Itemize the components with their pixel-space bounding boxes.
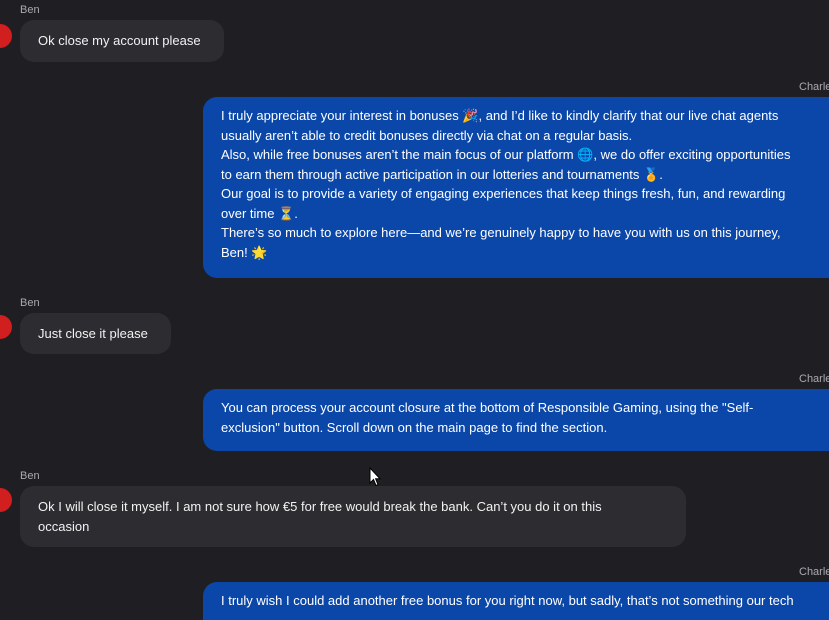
chat-transcript: Ben Ok close my account please Charle I … — [0, 0, 829, 620]
message-line: I truly wish I could add another free bo… — [221, 593, 794, 608]
avatar — [0, 315, 12, 339]
sender-name: Charle — [799, 566, 829, 578]
message-line: Ok I will close it myself. I am not sure… — [38, 499, 602, 514]
message-line: There’s so much to explore here—and we’r… — [221, 225, 781, 240]
sender-name: Charle — [799, 81, 829, 93]
agent-message-bubble: I truly appreciate your interest in bonu… — [203, 97, 829, 278]
message-line: usually aren’t able to credit bonuses di… — [221, 127, 633, 143]
agent-message-bubble: You can process your account closure at … — [203, 389, 829, 451]
message-line: occasion — [38, 518, 90, 534]
message-line: Just close it please — [38, 326, 148, 341]
avatar — [0, 488, 12, 512]
user-message-bubble: Ok close my account please — [20, 20, 224, 62]
message-line: Also, while free bonuses aren’t the main… — [221, 147, 791, 162]
sender-name: Charle — [799, 373, 829, 385]
agent-message-bubble: I truly wish I could add another free bo… — [203, 582, 829, 620]
sender-name: Ben — [20, 4, 40, 16]
mouse-pointer-icon — [369, 467, 381, 487]
user-message-bubble: Just close it please — [20, 313, 171, 354]
message-line: to earn them through active participatio… — [221, 166, 663, 182]
user-message-bubble: Ok I will close it myself. I am not sure… — [20, 486, 686, 547]
message-line: Ok close my account please — [38, 33, 201, 48]
message-line: Ben! 🌟 — [221, 244, 268, 260]
message-line: Our goal is to provide a variety of enga… — [221, 186, 786, 201]
message-line: You can process your account closure at … — [221, 400, 754, 415]
message-line: over time ⏳. — [221, 205, 298, 221]
avatar — [0, 24, 12, 48]
sender-name: Ben — [20, 470, 40, 482]
message-line: exclusion" button. Scroll down on the ma… — [221, 419, 608, 435]
sender-name: Ben — [20, 297, 40, 309]
message-line: I truly appreciate your interest in bonu… — [221, 108, 779, 123]
